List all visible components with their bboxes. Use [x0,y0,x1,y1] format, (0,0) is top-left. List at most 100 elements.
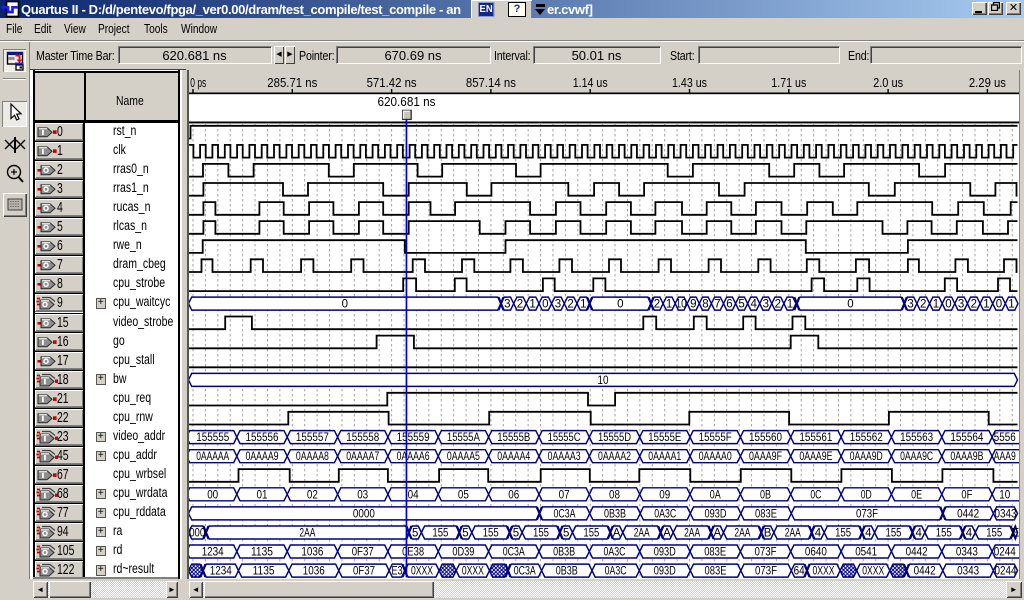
svg-text:0: 0 [342,299,348,311]
svg-text:0244: 0244 [994,547,1017,559]
svg-text:5: 5 [513,528,519,540]
svg-text:093D: 093D [654,566,676,578]
svg-text:0C3A: 0C3A [503,547,525,559]
svg-text:10: 10 [999,489,1010,501]
svg-text:0: 0 [617,299,623,311]
svg-text:093D: 093D [705,508,727,520]
svg-text:0AAAA3: 0AAAA3 [548,451,581,463]
svg-text:9: 9 [690,299,696,311]
svg-text:A: A [663,528,671,540]
svg-text:3: 3 [504,299,510,311]
svg-text:15555C: 15555C [548,432,581,444]
svg-text:0AAAA5: 0AAAA5 [447,451,480,463]
svg-text:857.14 ns: 857.14 ns [466,75,516,90]
svg-text:0B: 0B [760,489,771,501]
svg-text:1234: 1234 [202,547,225,559]
svg-text:AAA9: AAA9 [994,451,1016,463]
svg-text:155561: 155561 [799,432,832,444]
svg-text:155560: 155560 [749,432,782,444]
svg-text:1: 1 [1008,299,1014,311]
svg-text:155: 155 [936,528,952,540]
svg-text:5556: 5556 [994,432,1016,444]
svg-text:1.14 us: 1.14 us [573,75,608,90]
svg-text:571.42 ns: 571.42 ns [367,75,417,90]
svg-text:155: 155 [432,528,448,540]
svg-text:155556: 155556 [246,432,279,444]
svg-text:15555E: 15555E [648,432,681,444]
svg-text:0442: 0442 [914,566,936,578]
svg-text:0AAAA6: 0AAAA6 [397,451,430,463]
svg-text:B: B [764,528,772,540]
svg-text:0AAA9E: 0AAA9E [799,451,832,463]
svg-text:155557: 155557 [296,432,329,444]
svg-text:64: 64 [794,566,806,578]
svg-text:0C3A: 0C3A [554,508,576,520]
svg-text:0000: 0000 [353,508,375,520]
svg-text:2AA: 2AA [299,528,315,540]
svg-text:5: 5 [412,528,418,540]
svg-text:1234: 1234 [210,566,233,578]
svg-text:0A3C: 0A3C [604,547,626,559]
svg-text:5: 5 [462,528,468,540]
svg-text:073F: 073F [755,547,777,559]
svg-text:0C3A: 0C3A [514,566,536,578]
svg-text:0XXX: 0XXX [813,566,835,578]
svg-text:0F: 0F [961,489,972,501]
svg-text:A: A [713,528,721,540]
svg-text:0343: 0343 [957,566,979,578]
svg-text:155559: 155559 [397,432,430,444]
svg-text:1.43 us: 1.43 us [672,75,707,90]
svg-text:0B3B: 0B3B [556,566,578,578]
svg-text:10: 10 [598,375,609,387]
svg-text:2: 2 [654,299,660,311]
svg-text:1: 1 [933,299,939,311]
svg-text:073F: 073F [755,566,777,578]
svg-text:155555: 155555 [196,432,229,444]
svg-text:0AAA9D: 0AAA9D [850,451,883,463]
svg-text:02: 02 [307,489,318,501]
svg-text:155563: 155563 [900,432,933,444]
svg-text:1135: 1135 [253,566,275,578]
svg-text:1: 1 [529,299,535,311]
svg-text:0541: 0541 [855,547,877,559]
svg-text:3: 3 [555,299,561,311]
svg-text:4: 4 [750,299,757,311]
svg-text:0XXX: 0XXX [411,566,433,578]
svg-text:2: 2 [775,299,781,311]
svg-text:1: 1 [983,299,989,311]
svg-text:10: 10 [676,299,687,311]
svg-text:4: 4 [966,528,973,540]
svg-text:3: 3 [958,299,964,311]
svg-text:155: 155 [986,528,1002,540]
svg-text:285.71 ns: 285.71 ns [267,75,317,90]
svg-text:155562: 155562 [850,432,883,444]
svg-text:0 ps: 0 ps [190,75,206,90]
svg-text:0XXX: 0XXX [862,566,884,578]
svg-text:07: 07 [559,489,570,501]
svg-text:083E: 083E [704,547,726,559]
svg-text:620.681 ns: 620.681 ns [378,94,436,109]
svg-text:2.29 us: 2.29 us [969,75,1006,90]
svg-text:073F: 073F [856,508,878,520]
svg-text:15555D: 15555D [598,432,631,444]
svg-text:3: 3 [907,299,913,311]
svg-text:0F37: 0F37 [353,566,375,578]
svg-text:0C: 0C [810,489,821,501]
svg-text:2: 2 [971,299,977,311]
svg-text:1036: 1036 [301,547,323,559]
svg-text:0: 0 [945,299,951,311]
svg-text:2AA: 2AA [734,528,750,540]
svg-text:0AAA9F: 0AAA9F [749,451,782,463]
svg-text:05: 05 [458,489,469,501]
svg-text:0AAAA2: 0AAAA2 [598,451,631,463]
svg-text:7: 7 [714,299,720,311]
svg-text:0AAAA0: 0AAAA0 [699,451,732,463]
svg-text:1: 1 [787,299,793,311]
svg-text:2: 2 [517,299,523,311]
svg-text:0AAAA7: 0AAAA7 [346,451,379,463]
svg-text:0A3C: 0A3C [654,508,676,520]
svg-text:4: 4 [815,528,822,540]
svg-text:2.0 us: 2.0 us [873,75,903,90]
svg-text:06: 06 [508,489,519,501]
svg-text:4: 4 [865,528,872,540]
